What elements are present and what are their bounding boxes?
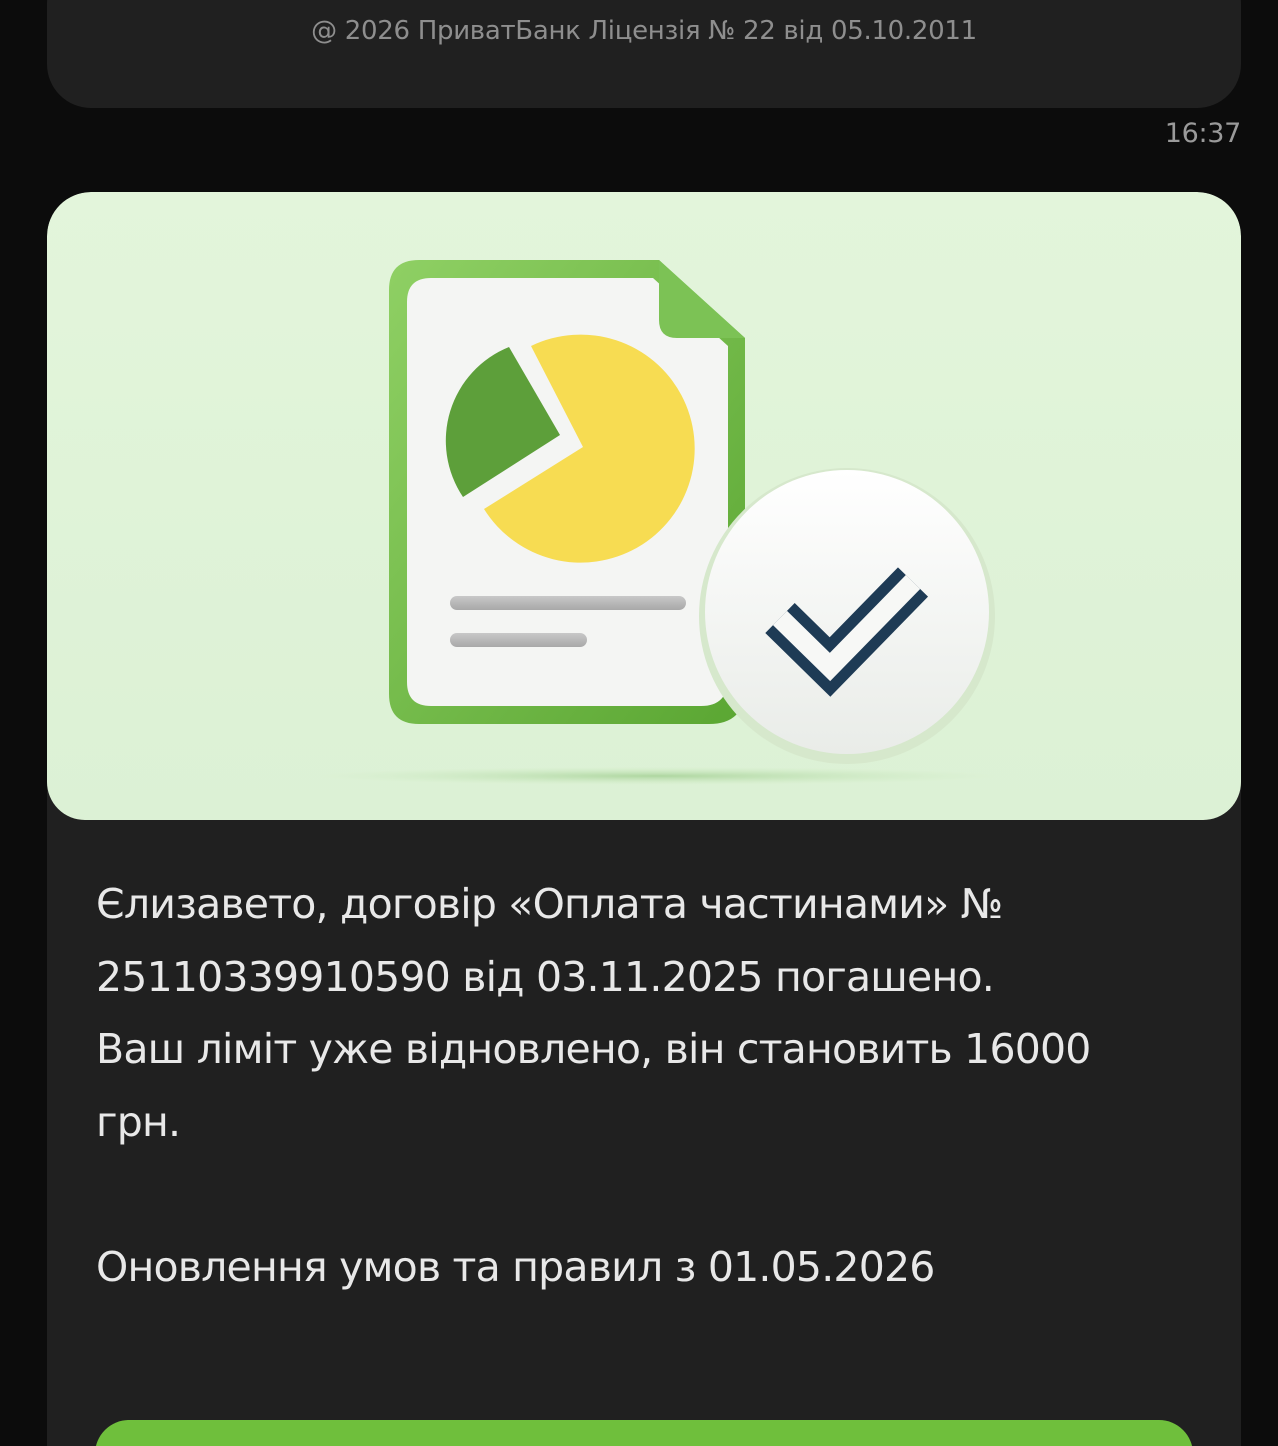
- banner-shadow: [317, 767, 997, 785]
- message-timestamp: 16:37: [1164, 118, 1242, 149]
- update-notice: Оновлення умов та правил з 01.05.2026: [96, 1242, 935, 1291]
- message-line: Єлизавето, договір «Оплата частинами» №: [96, 880, 1003, 928]
- check-badge: [705, 470, 989, 754]
- document-line-long: [450, 596, 686, 610]
- document-line-short: [450, 633, 587, 647]
- message-line: 25110339910590 від 03.11.2025 погашено.: [96, 952, 995, 1001]
- previous-message-bubble: @ 2026 ПриватБанк Ліцензія № 22 від 05.1…: [47, 0, 1241, 108]
- document-fold: [659, 260, 745, 338]
- action-button[interactable]: [95, 1420, 1193, 1446]
- document-pie-chart-check-icon: [317, 260, 997, 785]
- message-text: Єлизавето, договір «Оплата частинами» № …: [96, 868, 1156, 1303]
- chat-screen: @ 2026 ПриватБанк Ліцензія № 22 від 05.1…: [0, 0, 1278, 1446]
- copyright-footer: @ 2026 ПриватБанк Ліцензія № 22 від 05.1…: [311, 16, 977, 46]
- message-banner: [47, 192, 1241, 820]
- message-line: Ваш ліміт уже відновлено, він становить …: [96, 1025, 1091, 1073]
- message-line: грн.: [96, 1097, 181, 1146]
- message-bubble: Єлизавето, договір «Оплата частинами» № …: [47, 192, 1241, 1446]
